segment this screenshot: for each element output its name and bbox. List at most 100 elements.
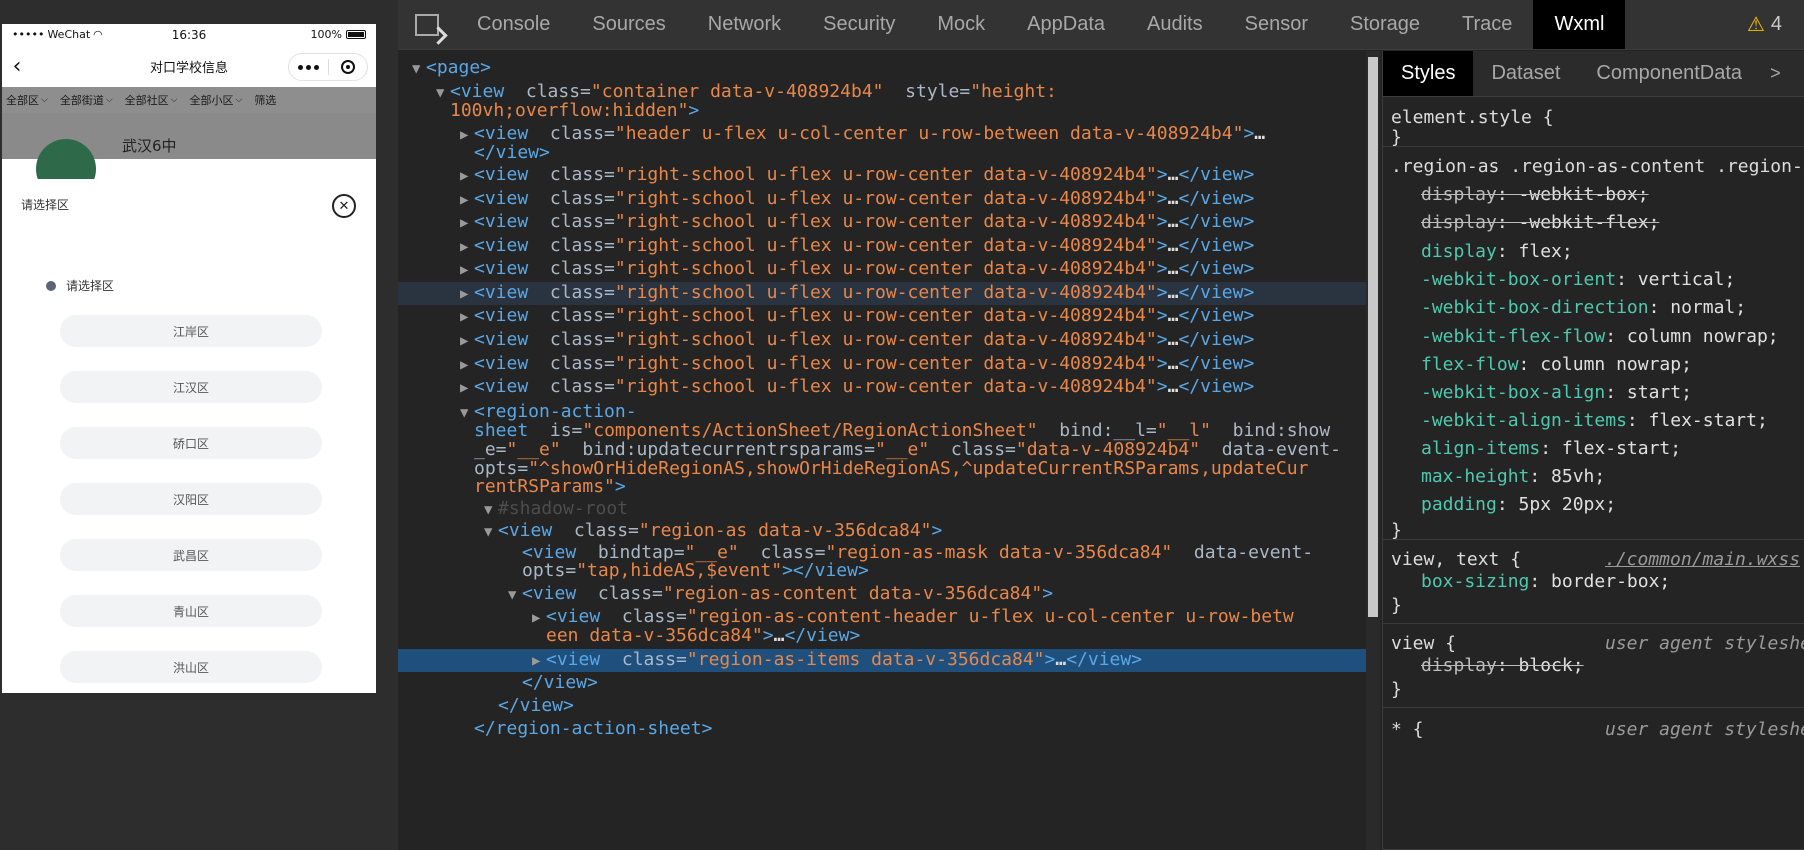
warnings-indicator[interactable]: ⚠ 4 xyxy=(1747,0,1804,49)
region-option[interactable]: 汉阳区 xyxy=(60,483,322,515)
tree-node[interactable]: </view> xyxy=(398,695,1368,716)
tree-node[interactable]: </region-action-sheet> xyxy=(398,718,1368,739)
tab-trace[interactable]: Trace xyxy=(1441,0,1533,49)
filter-2[interactable]: 全部社区 ⌵ xyxy=(125,92,178,108)
tree-node[interactable]: een data-v-356dca84">…</view> xyxy=(398,625,1368,646)
filter-1[interactable]: 全部街道 ⌵ xyxy=(60,92,113,108)
tree-scrollbar[interactable] xyxy=(1366,51,1380,850)
tree-node[interactable]: ▶ <view class="right-school u-flex u-row-… xyxy=(398,188,1368,211)
css-declaration[interactable]: display: flex; xyxy=(1383,241,1804,263)
tree-node[interactable]: opts="tap,hideAS,$event"></view> xyxy=(398,560,1368,581)
css-declaration[interactable]: box-sizing: border-box; xyxy=(1383,571,1804,593)
back-icon[interactable]: ‹ xyxy=(2,45,32,87)
css-token: -webkit-box-align xyxy=(1421,382,1606,403)
tree-node[interactable]: ▼ <view class="region-as-content data-v-3… xyxy=(398,583,1368,606)
tab-network[interactable]: Network xyxy=(687,0,802,49)
styles-tab-dataset[interactable]: Dataset xyxy=(1473,51,1578,96)
more-tabs-icon[interactable]: > xyxy=(1760,51,1791,96)
css-token: } xyxy=(1391,127,1402,148)
tree-scrollbar-thumb[interactable] xyxy=(1368,57,1378,617)
filter-3[interactable]: 全部小区 ⌵ xyxy=(189,92,242,108)
tree-node[interactable]: 100vh;overflow:hidden"> xyxy=(398,100,1368,121)
code-token: <view xyxy=(474,305,540,326)
tree-node[interactable]: rentRSParams"> xyxy=(398,476,1368,497)
expand-right-icon[interactable]: ▶ xyxy=(532,651,546,672)
region-option[interactable]: 武昌区 xyxy=(60,539,322,571)
expand-right-icon[interactable]: ▶ xyxy=(460,284,474,305)
code-token: "right-school u-flex u-row-center data-v… xyxy=(614,258,1157,279)
css-declaration[interactable]: -webkit-box-direction: normal; xyxy=(1383,297,1804,319)
tab-sensor[interactable]: Sensor xyxy=(1224,0,1329,49)
css-declaration[interactable]: align-items: flex-start; xyxy=(1383,438,1804,460)
tab-appdata[interactable]: AppData xyxy=(1006,0,1126,49)
styles-tab-styles[interactable]: Styles xyxy=(1383,51,1474,96)
tree-node[interactable]: ▼ #shadow-root xyxy=(398,498,1368,521)
signal-icon: ••••• xyxy=(12,28,45,41)
code-token: class= xyxy=(587,583,663,604)
region-option[interactable]: 洪山区 xyxy=(60,651,322,683)
tab-security[interactable]: Security xyxy=(802,0,916,49)
tree-node[interactable]: </view> xyxy=(398,142,1368,163)
css-declaration[interactable]: max-height: 85vh; xyxy=(1383,466,1804,488)
css-token: display xyxy=(1421,212,1497,233)
region-option[interactable]: 江岸区 xyxy=(60,315,322,347)
tree-node[interactable]: ▶ <view class="right-school u-flex u-row-… xyxy=(398,353,1368,376)
expand-right-icon[interactable]: ▶ xyxy=(460,378,474,399)
tab-console[interactable]: Console xyxy=(456,0,571,49)
expand-down-icon[interactable]: ▼ xyxy=(508,585,522,606)
tab-storage[interactable]: Storage xyxy=(1329,0,1441,49)
tree-node[interactable]: ▼ <page> xyxy=(398,57,1368,80)
tree-node[interactable]: ▶ <view class="right-school u-flex u-row-… xyxy=(398,282,1368,305)
tree-node[interactable]: ▶ <view class="right-school u-flex u-row-… xyxy=(398,235,1368,258)
expand-down-icon[interactable]: ▼ xyxy=(484,500,498,521)
css-source-link[interactable]: ./common/main.wxss xyxy=(1605,549,1800,571)
expand-right-icon[interactable]: ▶ xyxy=(460,331,474,352)
css-declaration[interactable]: display: block; xyxy=(1383,655,1804,677)
close-miniprogram-button[interactable] xyxy=(329,54,368,80)
css-declaration[interactable]: flex-flow: column nowrap; xyxy=(1383,354,1804,376)
expand-down-icon[interactable]: ▼ xyxy=(484,522,498,543)
region-option[interactable]: 青山区 xyxy=(60,595,322,627)
css-declaration[interactable]: -webkit-flex-flow: column nowrap; xyxy=(1383,326,1804,348)
tree-node[interactable]: ▶ <view class="right-school u-flex u-row-… xyxy=(398,164,1368,187)
tree-node[interactable]: ▶ <view class="right-school u-flex u-row-… xyxy=(398,376,1368,399)
code-token: <view xyxy=(450,81,516,102)
tree-node[interactable]: ▼ <view class="region-as data-v-356dca84"… xyxy=(398,520,1368,543)
tree-node[interactable]: _e="__e" bind:updatecurrentrsparams="__e… xyxy=(398,439,1368,460)
tree-node[interactable]: ▶ <view class="region-as-items data-v-356… xyxy=(398,649,1368,672)
css-declaration[interactable]: -webkit-box-align: start; xyxy=(1383,382,1804,404)
close-icon[interactable]: ✕ xyxy=(332,194,356,218)
filter-0[interactable]: 全部区 ⌵ xyxy=(6,92,48,108)
expand-right-icon[interactable]: ▶ xyxy=(460,355,474,376)
expand-right-icon[interactable]: ▶ xyxy=(460,190,474,211)
expand-right-icon[interactable]: ▶ xyxy=(460,307,474,328)
css-declaration[interactable]: display: -webkit-box; xyxy=(1383,184,1804,206)
tree-node[interactable]: sheet is="components/ActionSheet/RegionA… xyxy=(398,420,1368,441)
expand-right-icon[interactable]: ▶ xyxy=(460,237,474,258)
code-token: … xyxy=(1254,123,1266,144)
css-declaration[interactable]: padding: 5px 20px; xyxy=(1383,494,1804,516)
tab-sources[interactable]: Sources xyxy=(571,0,686,49)
tree-node[interactable]: ▶ <view class="right-school u-flex u-row-… xyxy=(398,258,1368,281)
css-declaration[interactable]: display: -webkit-flex; xyxy=(1383,212,1804,234)
tab-wxml[interactable]: Wxml xyxy=(1533,0,1626,49)
filter-4[interactable]: 筛选 xyxy=(254,92,276,108)
code-token: rentRSParams" xyxy=(474,476,615,497)
more-menu-button[interactable] xyxy=(289,54,328,80)
expand-right-icon[interactable]: ▶ xyxy=(460,260,474,281)
tree-node[interactable]: ▶ <view class="right-school u-flex u-row-… xyxy=(398,305,1368,328)
css-declaration[interactable]: -webkit-align-items: flex-start; xyxy=(1383,410,1804,432)
css-declaration[interactable]: -webkit-box-orient: vertical; xyxy=(1383,269,1804,291)
tree-node[interactable]: </view> xyxy=(398,672,1368,693)
inspect-element-button[interactable] xyxy=(398,0,456,49)
tree-node[interactable]: ▶ <view class="right-school u-flex u-row-… xyxy=(398,211,1368,234)
region-option[interactable]: 硚口区 xyxy=(60,427,322,459)
expand-right-icon[interactable]: ▶ xyxy=(460,213,474,234)
expand-right-icon[interactable]: ▶ xyxy=(460,166,474,187)
styles-tab-componentdata[interactable]: ComponentData xyxy=(1578,51,1760,96)
tab-audits[interactable]: Audits xyxy=(1126,0,1224,49)
tree-node[interactable]: ▶ <view class="right-school u-flex u-row-… xyxy=(398,329,1368,352)
tab-mock[interactable]: Mock xyxy=(916,0,1006,49)
expand-down-icon[interactable]: ▼ xyxy=(412,59,426,80)
region-option[interactable]: 江汉区 xyxy=(60,371,322,403)
